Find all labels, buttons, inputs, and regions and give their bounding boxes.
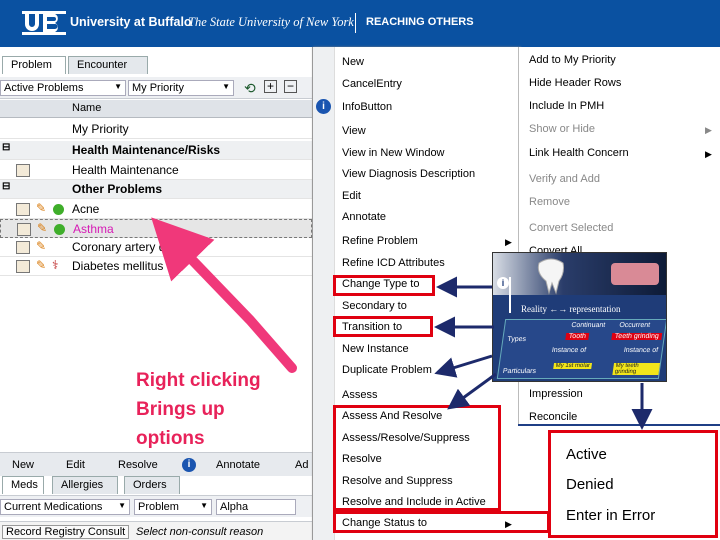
pink-pointer-arrow	[151, 217, 297, 373]
slide: University at Buffalo The State Universi…	[0, 0, 720, 540]
annotation-arrows	[151, 217, 653, 430]
arrow-to-assess	[447, 372, 497, 410]
annotation-text: Right clicking Brings up options	[136, 370, 261, 449]
arrow-to-duplicate	[434, 354, 493, 378]
